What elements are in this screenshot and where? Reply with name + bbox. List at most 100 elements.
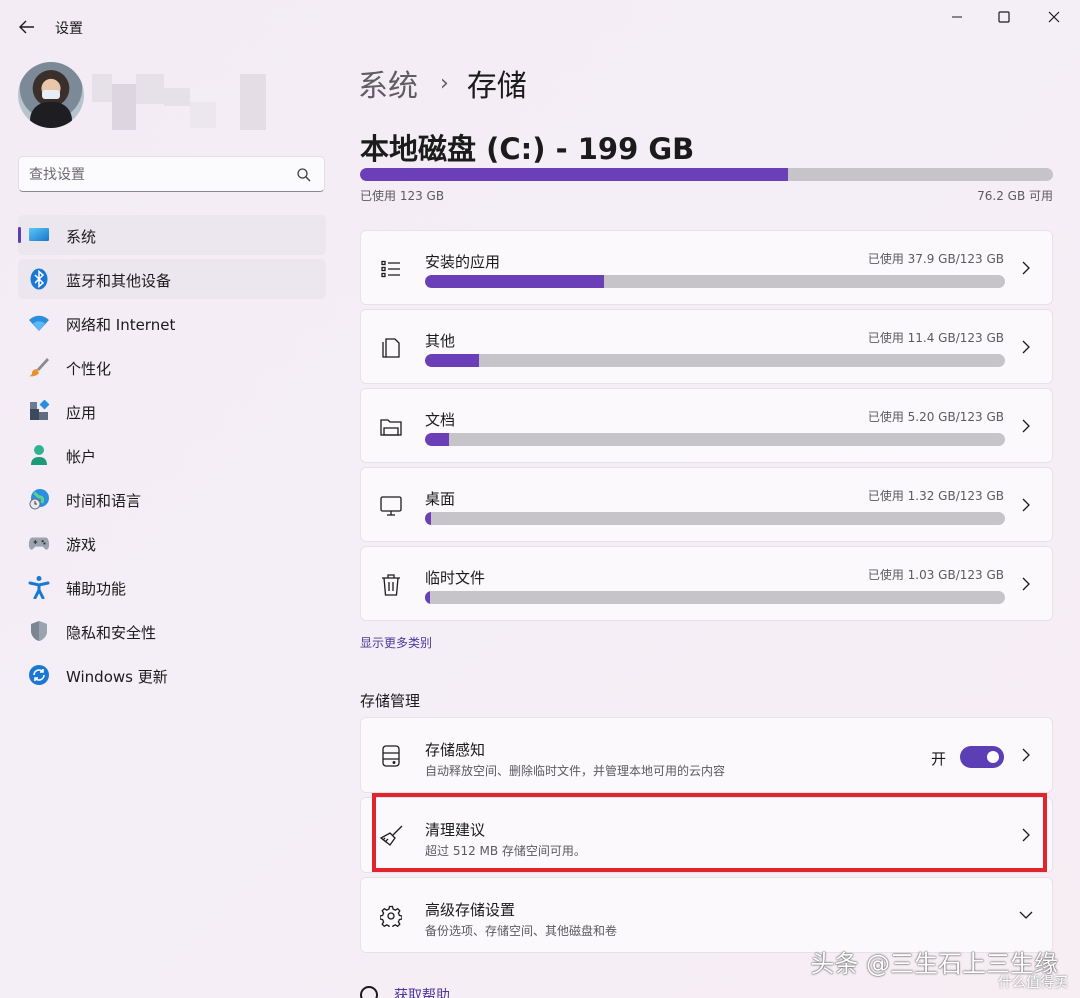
disk-title: 本地磁盘 (C:) - 199 GB <box>360 132 695 166</box>
storage-management-heading: 存储管理 <box>360 692 421 710</box>
sidebar-item-label: 帐户 <box>66 448 97 466</box>
annotation-highlight-box <box>372 793 1047 872</box>
category-installed-apps[interactable]: 安装的应用 已使用 37.9 GB/123 GB <box>360 230 1053 305</box>
sidebar-item-personalization[interactable]: 个性化 <box>18 347 326 387</box>
chevron-right-icon <box>1018 338 1034 356</box>
category-name: 安装的应用 <box>425 253 501 271</box>
sidebar-item-label: 系统 <box>66 228 97 246</box>
category-usage: 已使用 11.4 GB/123 GB <box>867 331 1004 345</box>
category-name: 临时文件 <box>425 569 486 587</box>
category-usage-bar <box>425 275 1005 288</box>
category-usage-fill <box>425 591 430 604</box>
category-usage: 已使用 1.32 GB/123 GB <box>867 489 1004 503</box>
category-usage: 已使用 5.20 GB/123 GB <box>867 410 1004 424</box>
wifi-icon <box>28 312 50 334</box>
storage-sense-card[interactable]: 存储感知 自动释放空间、删除临时文件，并管理本地可用的云内容 开 <box>360 717 1053 793</box>
sidebar-item-bluetooth[interactable]: 蓝牙和其他设备 <box>18 259 326 299</box>
chevron-right-icon <box>1018 496 1034 514</box>
show-more-categories-link[interactable]: 显示更多类别 <box>360 634 432 651</box>
update-icon <box>28 664 50 686</box>
app-title: 设置 <box>55 21 83 37</box>
setting-name: 高级存储设置 <box>425 901 516 919</box>
sidebar-item-label: 时间和语言 <box>66 492 142 510</box>
maximize-button[interactable] <box>981 4 1027 30</box>
category-documents[interactable]: 文档 已使用 5.20 GB/123 GB <box>360 388 1053 463</box>
disk-used-label: 已使用 123 GB <box>360 189 445 203</box>
chevron-right-icon <box>1018 575 1034 593</box>
category-name: 文档 <box>425 411 456 429</box>
disk-usage-fill <box>360 168 789 181</box>
close-button[interactable] <box>1031 4 1077 30</box>
back-arrow-icon <box>19 20 34 34</box>
shield-icon <box>28 620 50 642</box>
category-usage-bar <box>425 354 1005 367</box>
storage-sense-toggle[interactable] <box>960 746 1004 768</box>
category-desktop[interactable]: 桌面 已使用 1.32 GB/123 GB <box>360 467 1053 542</box>
sidebar-item-network[interactable]: 网络和 Internet <box>18 303 326 343</box>
sidebar-item-privacy[interactable]: 隐私和安全性 <box>18 611 326 651</box>
disk-free-label: 76.2 GB 可用 <box>977 189 1053 203</box>
accessibility-icon <box>28 576 50 599</box>
toggle-knob <box>987 751 999 763</box>
disk-usage-bar <box>360 168 1053 181</box>
search-input[interactable] <box>29 163 289 187</box>
setting-name: 存储感知 <box>425 741 486 759</box>
folder-icon <box>379 415 403 439</box>
category-usage-fill <box>425 433 450 446</box>
document-other-icon <box>379 336 403 360</box>
category-temp-files[interactable]: 临时文件 已使用 1.03 GB/123 GB <box>360 546 1053 621</box>
sidebar-item-label: 游戏 <box>66 536 97 554</box>
category-usage-fill <box>425 275 604 288</box>
sidebar-item-label: 隐私和安全性 <box>66 624 157 642</box>
breadcrumb: 系统 › 存储 <box>358 62 527 104</box>
gamepad-icon <box>28 532 50 554</box>
toggle-state-label: 开 <box>930 750 946 768</box>
sidebar-item-label: 应用 <box>66 404 97 422</box>
category-other[interactable]: 其他 已使用 11.4 GB/123 GB <box>360 309 1053 384</box>
page-title: 存储 <box>466 69 527 104</box>
search-icon[interactable] <box>296 167 312 183</box>
setting-description: 自动释放空间、删除临时文件，并管理本地可用的云内容 <box>425 764 726 778</box>
advanced-storage-settings-card[interactable]: 高级存储设置 备份选项、存储空间、其他磁盘和卷 <box>360 877 1053 953</box>
search-box[interactable] <box>18 156 325 192</box>
sidebar-item-label: 蓝牙和其他设备 <box>66 272 172 290</box>
sidebar-item-label: Windows 更新 <box>66 668 168 686</box>
category-usage-bar <box>425 512 1005 525</box>
chevron-right-icon <box>1018 417 1034 435</box>
minimize-icon <box>952 16 962 18</box>
category-usage-fill <box>425 354 479 367</box>
breadcrumb-parent[interactable]: 系统 <box>358 61 418 105</box>
chevron-right-icon <box>1018 259 1034 277</box>
storage-category-list: 安装的应用 已使用 37.9 GB/123 GB 其他 已使用 11.4 GB/… <box>360 230 1053 625</box>
active-indicator <box>18 227 21 243</box>
sidebar-item-time-language[interactable]: 时间和语言 <box>18 479 326 519</box>
monitor-icon <box>28 224 50 246</box>
get-help-link[interactable]: 获取帮助 <box>360 985 450 998</box>
storage-sense-icon <box>379 744 403 768</box>
sidebar-item-gaming[interactable]: 游戏 <box>18 523 326 563</box>
sidebar-item-windows-update[interactable]: Windows 更新 <box>18 655 326 695</box>
minimize-button[interactable] <box>934 4 980 30</box>
sidebar-item-accounts[interactable]: 帐户 <box>18 435 326 475</box>
get-help-label: 获取帮助 <box>394 988 450 998</box>
sidebar-item-accessibility[interactable]: 辅助功能 <box>18 567 326 607</box>
close-icon <box>1048 11 1060 23</box>
person-icon <box>28 444 50 466</box>
gear-icon <box>379 904 403 928</box>
help-icon <box>360 986 378 998</box>
category-usage-bar <box>425 433 1005 446</box>
maximize-icon <box>998 11 1010 23</box>
setting-description: 备份选项、存储空间、其他磁盘和卷 <box>425 924 618 938</box>
sidebar-item-label: 辅助功能 <box>66 580 127 598</box>
category-usage: 已使用 37.9 GB/123 GB <box>867 252 1004 266</box>
breadcrumb-separator: › <box>440 70 449 96</box>
chevron-right-icon <box>1018 746 1034 764</box>
sidebar-item-apps[interactable]: 应用 <box>18 391 326 431</box>
bluetooth-icon <box>28 268 50 290</box>
trash-icon <box>379 573 403 597</box>
apps-icon <box>28 400 50 422</box>
avatar[interactable] <box>18 62 84 128</box>
category-usage-fill <box>425 512 432 525</box>
sidebar-item-system[interactable]: 系统 <box>18 215 326 255</box>
back-button[interactable] <box>12 12 42 42</box>
